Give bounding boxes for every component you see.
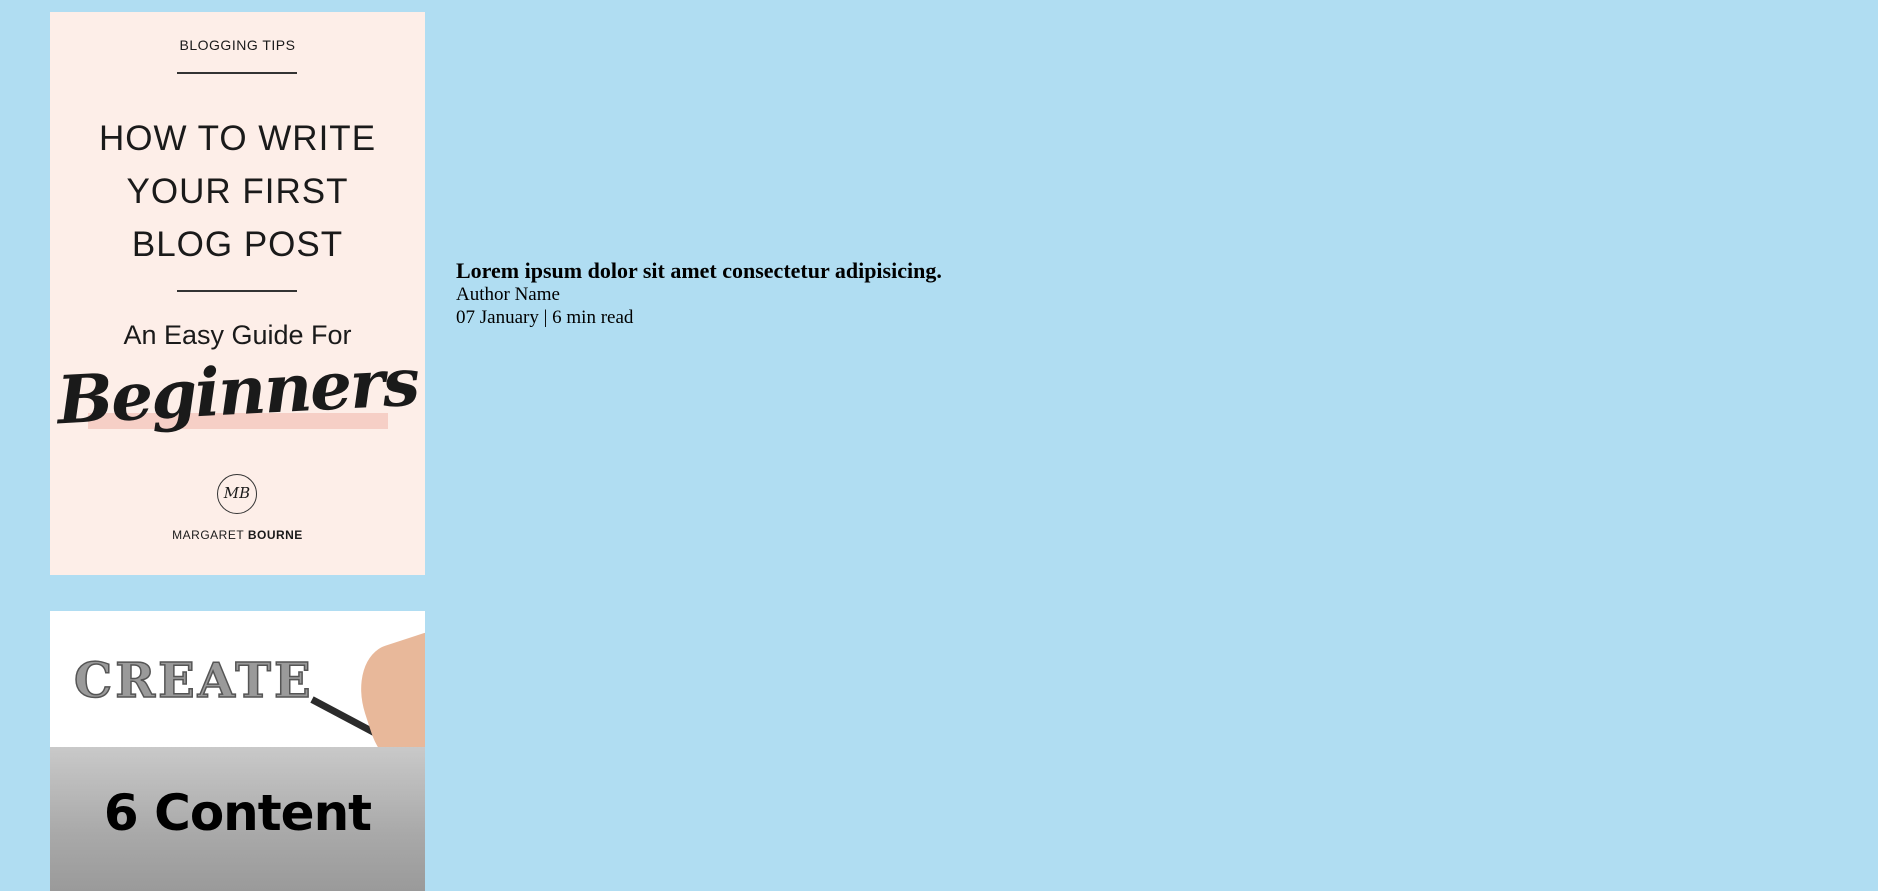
post-meta: 07 January | 6 min read [456, 307, 634, 328]
post-info: Lorem ipsum dolor sit amet consectetur a… [456, 258, 942, 329]
cover-divider [177, 290, 297, 292]
blog-post-card[interactable]: BLOGGING TIPS HOW TO WRITE YOUR FIRST BL… [50, 12, 942, 575]
cover-top-panel: CREATE [50, 611, 425, 782]
cover-title-line: HOW TO WRITE [98, 119, 377, 158]
cover-title-line: YOUR FIRST [126, 172, 349, 211]
cover-subheadline: 6 Content [103, 784, 372, 842]
cover-category: BLOGGING TIPS [179, 37, 296, 53]
cover-title: HOW TO WRITE YOUR FIRST BLOG POST [50, 112, 425, 271]
cover-monogram-logo: MB [217, 474, 257, 514]
cover-bottom-panel: 6 Content [50, 747, 425, 891]
cover-author: MARGARET BOURNE [50, 528, 425, 542]
post-cover-image[interactable]: CREATE 6 Content [50, 611, 425, 891]
blog-post-card[interactable]: CREATE 6 Content [50, 611, 425, 891]
cover-author-first: MARGARET [172, 528, 244, 542]
post-cover-image[interactable]: BLOGGING TIPS HOW TO WRITE YOUR FIRST BL… [50, 12, 425, 575]
cover-title-line: BLOG POST [131, 225, 344, 264]
cover-author-last: BOURNE [247, 528, 303, 542]
page-background: BLOGGING TIPS HOW TO WRITE YOUR FIRST BL… [0, 0, 1878, 891]
post-title[interactable]: Lorem ipsum dolor sit amet consectetur a… [456, 258, 942, 283]
cover-headline: CREATE [73, 652, 314, 710]
cover-divider [177, 72, 297, 74]
post-author: Author Name [456, 284, 560, 305]
